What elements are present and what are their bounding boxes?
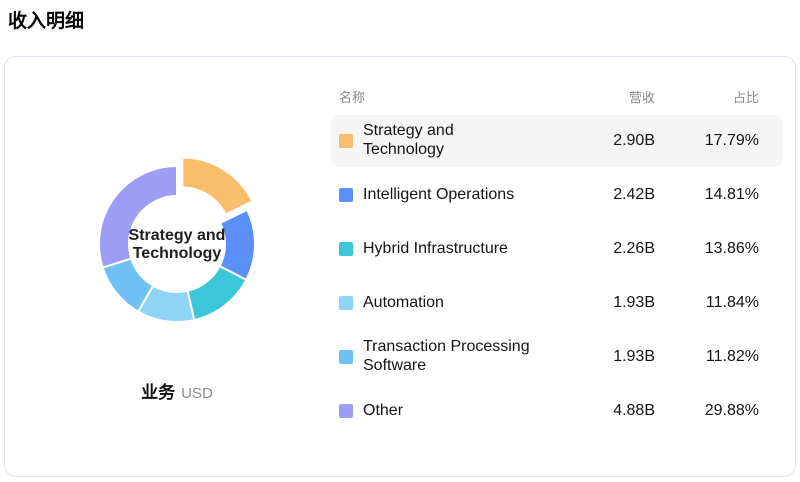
revenue-breakdown-card: Strategy and Technology 业务 USD 名称 营收 占比 S… (4, 56, 796, 477)
table-header-row: 名称 营收 占比 (331, 81, 783, 111)
segment-name: Transaction Processing Software (363, 338, 531, 376)
segment-revenue: 2.42B (565, 186, 655, 204)
segment-share: 17.79% (655, 132, 783, 150)
segment-revenue: 1.93B (565, 348, 655, 366)
table-row-strategy-and-technology[interactable]: Strategy and Technology 2.90B 17.79% (331, 115, 783, 167)
segment-share: 29.88% (655, 402, 783, 420)
segment-share: 11.84% (655, 294, 783, 312)
header-revenue: 营收 (565, 87, 655, 106)
legend-table: 名称 营收 占比 Strategy and Technology 2.90B 1… (331, 81, 783, 437)
header-name: 名称 (331, 87, 565, 106)
segment-name: Strategy and Technology (363, 122, 531, 160)
legend-swatch (339, 350, 353, 364)
segment-share: 13.86% (655, 240, 783, 258)
donut-chart (77, 144, 277, 344)
segment-name: Automation (363, 294, 444, 313)
table-row-automation[interactable]: Automation 1.93B 11.84% (331, 277, 783, 329)
legend-swatch (339, 296, 353, 310)
unit-label: USD (181, 385, 213, 402)
table-body: Strategy and Technology 2.90B 17.79% Int… (331, 115, 783, 437)
table-row-hybrid-infrastructure[interactable]: Hybrid Infrastructure 2.26B 13.86% (331, 223, 783, 275)
donut-segment-0[interactable] (182, 158, 252, 215)
header-share: 占比 (655, 87, 783, 106)
legend-swatch (339, 188, 353, 202)
segment-revenue: 2.26B (565, 240, 655, 258)
legend-swatch (339, 134, 353, 148)
segment-name: Intelligent Operations (363, 186, 514, 205)
legend-swatch (339, 242, 353, 256)
donut-chart-wrap (77, 144, 277, 344)
segment-name: Hybrid Infrastructure (363, 240, 508, 259)
segment-revenue: 2.90B (565, 132, 655, 150)
table-row-other[interactable]: Other 4.88B 29.88% (331, 385, 783, 437)
segment-revenue: 4.88B (565, 402, 655, 420)
segment-name: Other (363, 402, 403, 421)
table-row-intelligent-operations[interactable]: Intelligent Operations 2.42B 14.81% (331, 169, 783, 221)
donut-caption: 业务 USD (57, 378, 297, 403)
table-row-transaction-processing-software[interactable]: Transaction Processing Software 1.93B 11… (331, 331, 783, 383)
segment-revenue: 1.93B (565, 294, 655, 312)
segment-share: 14.81% (655, 186, 783, 204)
segment-share: 11.82% (655, 348, 783, 366)
page-title: 收入明细 (8, 6, 84, 33)
donut-segment-5[interactable] (99, 166, 177, 268)
dimension-label: 业务 (141, 383, 175, 402)
legend-swatch (339, 404, 353, 418)
